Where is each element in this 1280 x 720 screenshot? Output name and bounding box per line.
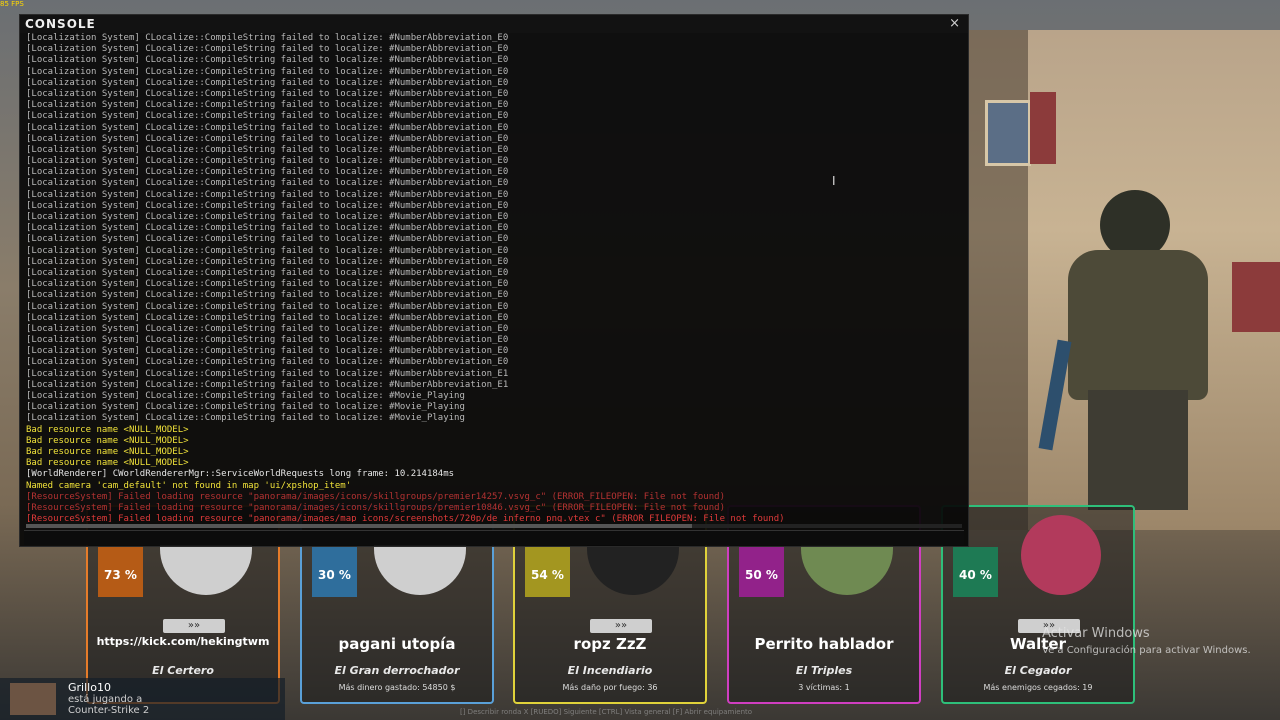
building-window <box>985 100 1031 166</box>
card-subtitle: Más enemigos cegados: 19 <box>983 683 1093 692</box>
activate-windows-watermark: Activar Windows Ve a Configuración para … <box>1042 626 1251 656</box>
card-player-name: ropz ZzZ <box>573 635 647 653</box>
console-line: [Localization System] CLocalize::Compile… <box>26 167 509 178</box>
card-title: El Certero <box>152 664 214 677</box>
card-title: El Gran derrochador <box>334 664 460 677</box>
console-line: [Localization System] CLocalize::Compile… <box>26 267 509 278</box>
console-line: Bad resource name <NULL_MODEL> <box>26 446 189 457</box>
friend-status: está jugando a Counter-Strike 2 <box>68 694 149 716</box>
console-line: [Localization System] CLocalize::Compile… <box>26 312 509 323</box>
console-input[interactable] <box>24 530 964 545</box>
console-line: [Localization System] CLocalize::Compile… <box>26 100 509 111</box>
console-line: [Localization System] CLocalize::Compile… <box>26 357 509 368</box>
console-line: [Localization System] CLocalize::Compile… <box>26 413 465 424</box>
console-line: [Localization System] CLocalize::Compile… <box>26 200 509 211</box>
console-line: [ResourceSystem] Failed loading resource… <box>26 491 725 502</box>
activate-windows-subtitle: Ve a Configuración para activar Windows. <box>1042 645 1251 656</box>
console-line: [Localization System] CLocalize::Compile… <box>26 66 509 77</box>
avatar <box>1021 515 1101 595</box>
console-line: Bad resource name <NULL_MODEL> <box>26 435 189 446</box>
console-line: [Localization System] CLocalize::Compile… <box>26 391 465 401</box>
avatar <box>10 683 56 715</box>
console-line: [Localization System] CLocalize::Compile… <box>26 33 509 43</box>
console-line: [Localization System] CLocalize::Compile… <box>26 234 509 245</box>
console-line: [WorldRenderer] CWorldRendererMgr::Servi… <box>26 469 455 480</box>
console-line: [Localization System] CLocalize::Compile… <box>26 55 509 66</box>
card-title: El Triples <box>795 664 853 677</box>
console-title: CONSOLE <box>25 17 96 31</box>
console-titlebar[interactable]: CONSOLE × <box>20 15 968 33</box>
console-line: [Localization System] CLocalize::Compile… <box>26 402 465 413</box>
close-icon[interactable]: × <box>949 16 960 31</box>
key-hints: [] Describir ronda X [RUEDO] Siguiente [… <box>460 708 753 716</box>
player-legs <box>1088 390 1188 510</box>
console-line: [ResourceSystem] Failed loading resource… <box>26 514 785 522</box>
fps-counter: 85 FPS <box>0 0 24 8</box>
console-line: [Localization System] CLocalize::Compile… <box>26 133 509 144</box>
console-line: [Localization System] CLocalize::Compile… <box>26 223 509 234</box>
card-subtitle: Más dinero gastado: 54850 $ <box>338 683 456 692</box>
card-percentage: 40 % <box>953 547 998 597</box>
console-line: [Localization System] CLocalize::Compile… <box>26 279 509 290</box>
player-model <box>1038 190 1248 510</box>
card-title: El Cegador <box>1004 664 1072 677</box>
card-subtitle: Más daño por fuego: 36 <box>562 683 658 692</box>
console-log[interactable]: [Localization System] CLocalize::Compile… <box>26 33 956 522</box>
console-line: [ResourceSystem] Failed loading resource… <box>26 502 725 513</box>
card-subtitle: 3 víctimas: 1 <box>798 683 850 692</box>
console-line: [Localization System] CLocalize::Compile… <box>26 88 509 99</box>
console-line: Bad resource name <NULL_MODEL> <box>26 424 189 435</box>
console-window[interactable]: CONSOLE × [Localization System] CLocaliz… <box>19 14 969 547</box>
console-scrollbar[interactable] <box>26 524 962 528</box>
friend-game: Counter-Strike 2 <box>68 705 150 716</box>
console-line: [Localization System] CLocalize::Compile… <box>26 256 509 267</box>
activate-windows-title: Activar Windows <box>1042 626 1150 641</box>
console-line: [Localization System] CLocalize::Compile… <box>26 156 509 167</box>
console-line: [Localization System] CLocalize::Compile… <box>26 346 509 357</box>
scrollbar-thumb[interactable] <box>26 524 692 528</box>
card-percentage: 54 % <box>525 547 570 597</box>
console-line: [Localization System] CLocalize::Compile… <box>26 144 509 155</box>
player-card[interactable]: 40 % »» Walter El Cegador Más enemigos c… <box>941 505 1135 704</box>
player-body <box>1068 250 1208 400</box>
friend-name: Grillo10 <box>68 681 111 694</box>
console-line: Bad resource name <NULL_MODEL> <box>26 458 189 469</box>
console-line: [Localization System] CLocalize::Compile… <box>26 368 509 379</box>
console-line: [Localization System] CLocalize::Compile… <box>26 77 509 88</box>
card-title: El Incendiario <box>567 664 653 677</box>
card-percentage: 73 % <box>98 547 143 597</box>
console-line: [Localization System] CLocalize::Compile… <box>26 178 509 189</box>
card-percentage: 30 % <box>312 547 357 597</box>
card-percentage: 50 % <box>739 547 784 597</box>
console-line: [Localization System] CLocalize::Compile… <box>26 290 509 301</box>
console-line: [Localization System] CLocalize::Compile… <box>26 122 509 133</box>
console-line: [Localization System] CLocalize::Compile… <box>26 245 509 256</box>
window-shutter <box>1030 92 1056 164</box>
console-line: Named camera 'cam_default' not found in … <box>26 480 352 491</box>
rank-chevron-icon: »» <box>590 619 652 633</box>
card-player-name: pagani utopía <box>338 635 456 653</box>
console-line: [Localization System] CLocalize::Compile… <box>26 301 509 312</box>
console-line: [Localization System] CLocalize::Compile… <box>26 212 509 222</box>
friend-status-line: está jugando a <box>68 694 143 705</box>
console-line: [Localization System] CLocalize::Compile… <box>26 44 509 55</box>
console-line: [Localization System] CLocalize::Compile… <box>26 335 509 346</box>
console-line: [Localization System] CLocalize::Compile… <box>26 189 509 200</box>
console-line: [Localization System] CLocalize::Compile… <box>26 111 509 122</box>
console-line: [Localization System] CLocalize::Compile… <box>26 379 509 390</box>
rank-chevron-icon: »» <box>163 619 225 633</box>
friend-notification[interactable]: Grillo10 está jugando a Counter-Strike 2 <box>0 678 285 720</box>
card-player-name: Perrito hablador <box>754 635 894 653</box>
console-line: [Localization System] CLocalize::Compile… <box>26 323 509 334</box>
text-cursor-icon: I <box>832 174 836 188</box>
card-player-name: https://kick.com/hekingtwm <box>96 635 270 648</box>
